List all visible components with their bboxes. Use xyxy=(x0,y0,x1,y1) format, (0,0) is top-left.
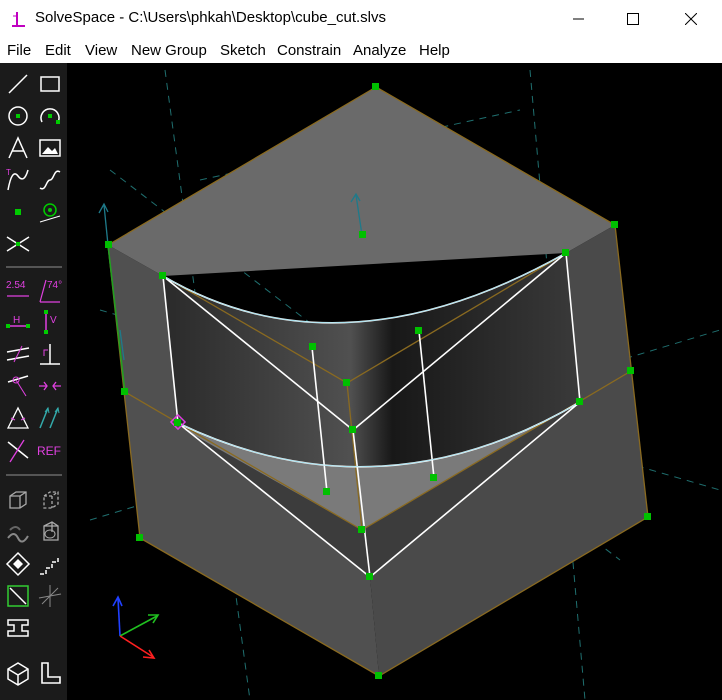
point-on-curve-icon[interactable] xyxy=(4,372,32,400)
rectangle-tool[interactable] xyxy=(36,70,64,98)
angle-constraint-label: 74° xyxy=(47,280,63,291)
text-tool[interactable] xyxy=(4,134,32,162)
perpendicular-constraint-icon[interactable] xyxy=(36,340,64,368)
step-translating-icon[interactable] xyxy=(4,486,32,514)
toolbar-separator xyxy=(6,266,62,268)
sketch-in-workplane-3d-icon[interactable] xyxy=(4,659,32,687)
axis-triad-icon xyxy=(112,595,160,659)
circle-tool[interactable] xyxy=(4,102,32,130)
svg-text:T: T xyxy=(6,168,11,177)
toolbar-separator xyxy=(6,474,62,476)
datum-point-tool[interactable] xyxy=(4,198,32,226)
maximize-icon xyxy=(627,13,639,25)
workplane-tool[interactable] xyxy=(36,198,64,226)
maximize-button[interactable] xyxy=(610,0,656,38)
arc-tool[interactable] xyxy=(36,102,64,130)
cubic-spline-tool[interactable] xyxy=(36,166,64,194)
reference-constraint-label[interactable]: REF xyxy=(37,444,61,458)
sketch-in-2d-icon[interactable] xyxy=(36,659,64,687)
menu-new-group[interactable]: New Group xyxy=(131,42,207,59)
symmetric-constraint-icon[interactable] xyxy=(36,372,64,400)
title-bar: SolveSpace - C:\Users\phkah\Desktop\cube… xyxy=(0,0,722,38)
construction-toggle-icon[interactable] xyxy=(4,582,32,610)
other-supplementary-angle-icon[interactable] xyxy=(4,436,32,464)
sketch-in-3d-icon[interactable] xyxy=(4,614,32,642)
equal-length-constraint-icon[interactable] xyxy=(4,404,32,432)
step-rotating-icon[interactable] xyxy=(36,486,64,514)
extrude-helix-icon[interactable] xyxy=(4,518,32,546)
menu-edit[interactable]: Edit xyxy=(45,42,71,59)
menu-help[interactable]: Help xyxy=(419,42,450,59)
minimize-icon xyxy=(573,18,584,20)
menu-view[interactable]: View xyxy=(85,42,117,59)
line-segment-tool[interactable] xyxy=(4,70,32,98)
parallel-constraint-icon[interactable] xyxy=(4,340,32,368)
horizontal-constraint-label: H xyxy=(13,315,21,326)
tangent-arc-tool[interactable]: T xyxy=(4,166,32,194)
nearest-isometric-view-icon[interactable] xyxy=(4,550,32,578)
menu-file[interactable]: File xyxy=(7,42,31,59)
image-tool[interactable] xyxy=(36,134,64,162)
toolbar: T 2.54 74° H V REF xyxy=(0,63,67,700)
linked-dimension-stair-icon[interactable] xyxy=(36,550,64,578)
menu-constrain[interactable]: Constrain xyxy=(277,42,341,59)
distance-dimension-label: 2.54 xyxy=(6,280,26,291)
model-viewport[interactable] xyxy=(67,63,722,700)
solvespace-app-icon xyxy=(12,12,25,27)
revolve-icon[interactable] xyxy=(36,518,64,546)
same-orientation-icon[interactable] xyxy=(36,404,64,432)
close-icon xyxy=(685,13,697,25)
vertical-constraint-label: V xyxy=(50,315,57,326)
menu-bar: File Edit View New Group Sketch Constrai… xyxy=(0,38,722,63)
menu-sketch[interactable]: Sketch xyxy=(220,42,266,59)
menu-analyze[interactable]: Analyze xyxy=(353,42,406,59)
minimize-button[interactable] xyxy=(556,0,602,38)
close-button[interactable] xyxy=(668,0,714,38)
split-curves-tool[interactable] xyxy=(4,230,32,258)
window-title: SolveSpace - C:\Users\phkah\Desktop\cube… xyxy=(35,9,386,26)
workplane-axis-icon[interactable] xyxy=(36,582,64,610)
